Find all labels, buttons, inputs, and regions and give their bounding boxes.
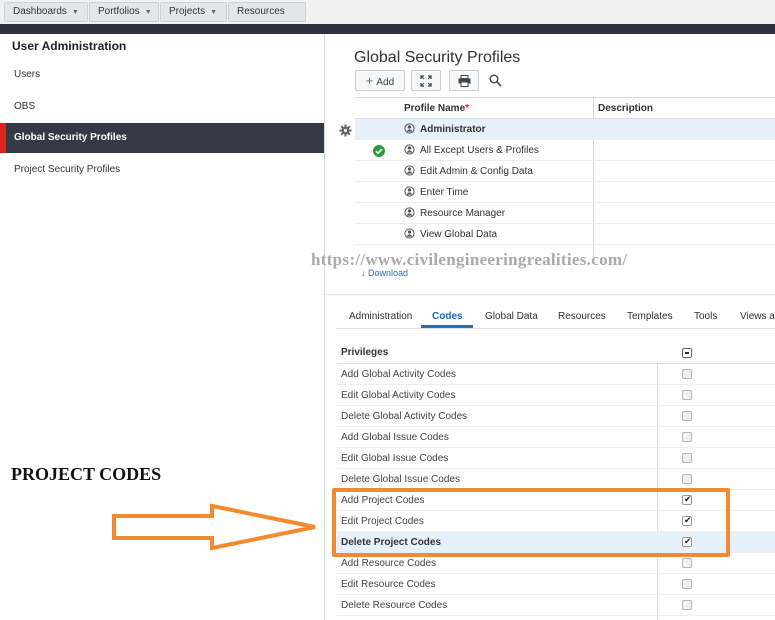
nav-portfolios-button[interactable]: Portfolios ▼ (89, 2, 159, 22)
nav-portfolios-label: Portfolios (98, 6, 140, 17)
profile-row[interactable]: Resource Manager (355, 203, 775, 224)
sidebar-item-users[interactable]: Users (0, 60, 324, 90)
privileges-header: Privileges (337, 342, 775, 364)
download-icon: ↓ (361, 268, 366, 278)
active-tab-indicator (421, 325, 473, 328)
profile-row[interactable]: All Except Users & Profiles (355, 140, 775, 161)
privilege-label: Edit Global Issue Codes (341, 453, 449, 464)
nav-resources-button[interactable]: Resources (228, 2, 306, 22)
top-navigation: Dashboards ▼ Portfolios ▼ Projects ▼ Resour… (0, 0, 775, 24)
section-divider (326, 294, 775, 295)
privilege-label: Delete Global Issue Codes (341, 474, 460, 485)
profile-icon (404, 144, 415, 155)
column-header-profile-name[interactable]: Profile Name* (404, 98, 469, 119)
header-divider-bar (0, 24, 775, 34)
profiles-grid-header: Profile Name* Description (355, 97, 775, 119)
privilege-row: Edit Global Activity Codes (337, 385, 775, 406)
privilege-checkbox[interactable] (682, 474, 692, 484)
tab-codes[interactable]: Codes (432, 311, 463, 322)
arrow-right-icon (112, 503, 316, 551)
nav-dashboards-button[interactable]: Dashboards ▼ (4, 2, 88, 22)
privilege-checkbox[interactable] (682, 558, 692, 568)
profile-name-header-label: Profile Name (404, 103, 466, 114)
privilege-row: Edit Global Issue Codes (337, 448, 775, 469)
sidebar-item-obs[interactable]: OBS (0, 92, 324, 122)
privilege-checkbox[interactable] (682, 432, 692, 442)
tab-global-data[interactable]: Global Data (485, 311, 538, 322)
add-button-label: Add (376, 77, 395, 88)
privilege-checkbox[interactable] (682, 369, 692, 379)
caret-down-icon: ▼ (71, 9, 79, 16)
privilege-label: Delete Global Activity Codes (341, 411, 468, 422)
sidebar-item-project-security-profiles[interactable]: Project Security Profiles (0, 155, 324, 185)
tab-resources[interactable]: Resources (558, 311, 606, 322)
tab-templates[interactable]: Templates (627, 311, 673, 322)
profile-row[interactable]: Enter Time (355, 182, 775, 203)
page-title: Global Security Profiles (354, 49, 521, 66)
fullscreen-button[interactable] (411, 70, 441, 91)
gear-icon[interactable] (339, 124, 352, 137)
profile-row[interactable]: View Global Data (355, 224, 775, 245)
profile-icon (404, 228, 415, 239)
privileges-header-label: Privileges (341, 347, 389, 358)
plus-icon: + (365, 73, 374, 88)
privilege-row: Add Global Activity Codes (337, 364, 775, 385)
tab-tools[interactable]: Tools (694, 311, 717, 322)
privilege-row: Delete Global Issue Codes (337, 469, 775, 490)
privilege-row: Delete Resource Codes (337, 595, 775, 616)
print-button[interactable] (449, 70, 479, 91)
download-label: Download (368, 268, 409, 278)
select-all-checkbox[interactable] (682, 348, 692, 358)
search-icon[interactable] (489, 74, 502, 87)
privilege-row: Add Global Issue Codes (337, 427, 775, 448)
profile-name: Administrator (420, 124, 486, 135)
column-header-description[interactable]: Description (598, 98, 653, 119)
privilege-row: Edit Resource Codes (337, 574, 775, 595)
profile-name: Resource Manager (420, 208, 506, 219)
sidebar-title: User Administration (12, 39, 127, 53)
fullscreen-icon (420, 75, 432, 87)
sidebar-item-global-security-profiles[interactable]: Global Security Profiles (0, 123, 324, 153)
nav-dashboards-label: Dashboards (13, 6, 67, 17)
required-marker: * (465, 103, 470, 114)
annotation-label: PROJECT CODES (11, 464, 162, 484)
profile-icon (404, 186, 415, 197)
privilege-label: Edit Resource Codes (341, 579, 436, 590)
tabs-baseline (336, 328, 775, 329)
caret-down-icon: ▼ (144, 9, 152, 16)
profile-row[interactable]: Edit Admin & Config Data (355, 161, 775, 182)
add-button[interactable]: + Add (355, 70, 405, 91)
privilege-label: Add Global Issue Codes (341, 432, 449, 443)
privilege-row: Delete Global Activity Codes (337, 406, 775, 427)
tab-administration[interactable]: Administration (349, 311, 412, 322)
download-link[interactable]: ↓ Download (361, 268, 408, 278)
privilege-checkbox[interactable] (682, 453, 692, 463)
profile-icon (404, 207, 415, 218)
privilege-checkbox[interactable] (682, 390, 692, 400)
privilege-checkbox[interactable] (682, 411, 692, 421)
profile-icon (404, 165, 415, 176)
tab-views[interactable]: Views an (740, 311, 775, 322)
profile-row-administrator[interactable]: Administrator (355, 119, 775, 140)
annotation-highlight-box (332, 488, 730, 557)
privilege-checkbox[interactable] (682, 600, 692, 610)
nav-projects-label: Projects (169, 6, 206, 17)
watermark-text: https://www.civilengineeringrealities.co… (311, 250, 628, 269)
caret-down-icon: ▼ (210, 9, 218, 16)
profile-name: Enter Time (420, 187, 469, 198)
privilege-label: Add Global Activity Codes (341, 369, 457, 380)
nav-resources-label: Resources (237, 6, 285, 17)
privilege-label: Edit Global Activity Codes (341, 390, 456, 401)
profile-icon (404, 123, 415, 134)
profile-name: View Global Data (420, 229, 498, 240)
print-icon (458, 75, 470, 87)
nav-projects-button[interactable]: Projects ▼ (160, 2, 227, 22)
privilege-checkbox[interactable] (682, 579, 692, 589)
privilege-label: Delete Resource Codes (341, 600, 448, 611)
profile-name: All Except Users & Profiles (420, 145, 539, 156)
profile-name: Edit Admin & Config Data (420, 166, 533, 177)
